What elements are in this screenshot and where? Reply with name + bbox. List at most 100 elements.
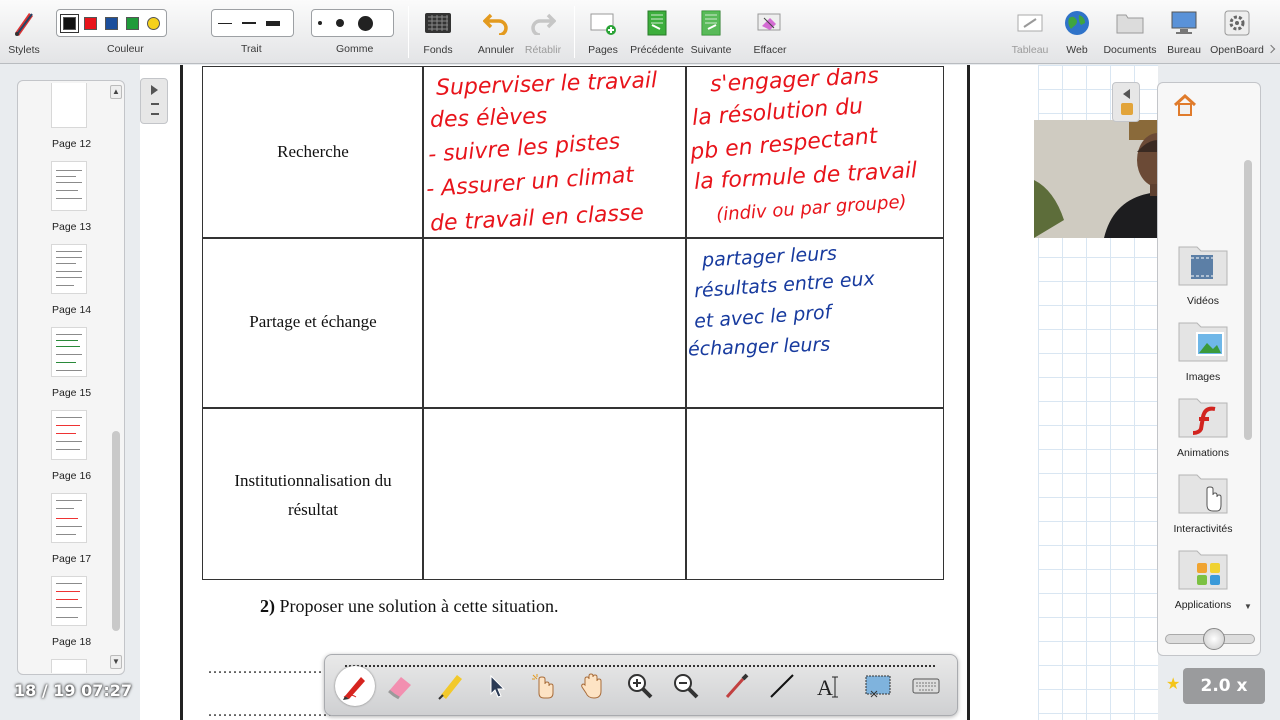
color-swatch-blue[interactable]: [105, 16, 118, 30]
text-tool[interactable]: A: [813, 669, 847, 703]
handwriting-red[interactable]: des élèves: [430, 104, 548, 133]
thumbnail-label: Page 13: [52, 221, 92, 233]
question-2: 2) Proposer une solution à cette situati…: [260, 596, 558, 617]
web-button[interactable]: Web: [1060, 0, 1094, 64]
hand-tool[interactable]: [575, 669, 609, 703]
arrow-left-icon: [1123, 89, 1130, 99]
color-swatch-black[interactable]: [60, 13, 79, 33]
keyboard-icon: [912, 678, 940, 694]
zoom-out-tool[interactable]: [669, 669, 703, 703]
zoom-in-tool[interactable]: [623, 669, 657, 703]
precedente-button[interactable]: Précédente: [628, 0, 686, 64]
handle-icon: [151, 103, 159, 115]
image-folder-icon: [1177, 319, 1229, 363]
arrow-right-icon: [151, 85, 158, 95]
pen-tool[interactable]: [335, 666, 375, 706]
color-palette[interactable]: [56, 9, 167, 37]
board-icon: [1013, 6, 1047, 40]
toolbar-drag-handle[interactable]: [345, 665, 935, 667]
library-item-interactivites[interactable]: Interactivités: [1158, 471, 1248, 535]
next-page-icon: [694, 6, 728, 40]
svg-text:A: A: [817, 675, 833, 700]
tableau-button[interactable]: Tableau: [1010, 0, 1050, 64]
page-thumbnail[interactable]: [51, 327, 87, 377]
line-thin[interactable]: [218, 22, 232, 24]
documents-button[interactable]: Documents: [1103, 0, 1157, 64]
eraser-large[interactable]: [358, 15, 373, 31]
undo-icon: [479, 6, 513, 40]
scroll-down-icon[interactable]: ▼: [1243, 602, 1253, 616]
page-thumbnail[interactable]: [51, 83, 87, 128]
page-thumbnail[interactable]: [51, 410, 87, 460]
toolbar-expand-icon[interactable]: [1266, 44, 1276, 54]
scroll-up-icon[interactable]: ▲: [110, 85, 122, 99]
page-thumbnail[interactable]: [51, 244, 87, 294]
apps-folder-icon: [1177, 547, 1229, 591]
thumbnail-label: Page 12: [52, 138, 92, 150]
trait-label: Trait: [241, 43, 262, 55]
laser-pointer-tool[interactable]: [719, 669, 753, 703]
openboard-button[interactable]: OpenBoard: [1210, 0, 1264, 64]
eraser-medium[interactable]: [336, 19, 344, 27]
scroll-down-icon[interactable]: ▼: [110, 655, 122, 669]
annuler-button[interactable]: Annuler: [477, 0, 515, 64]
selector-tool[interactable]: [479, 669, 513, 703]
library-scrollbar[interactable]: ▼: [1243, 150, 1253, 620]
clear-page-icon: [753, 6, 787, 40]
library-item-images[interactable]: Images: [1158, 319, 1248, 383]
page-thumbnail[interactable]: [51, 659, 87, 673]
effacer-button[interactable]: Effacer: [752, 0, 788, 64]
page-thumbnail[interactable]: [51, 576, 87, 626]
highlighter-tool[interactable]: [433, 669, 467, 703]
color-swatch-green[interactable]: [126, 16, 139, 30]
interact-tool[interactable]: [527, 669, 561, 703]
suivante-button[interactable]: Suivante: [690, 0, 732, 64]
flash-folder-icon: [1177, 395, 1229, 439]
previous-page-icon: [640, 6, 674, 40]
library-item-animations[interactable]: Animations: [1158, 395, 1248, 459]
thumbnails-scrollbar[interactable]: ▲ ▼: [110, 85, 122, 670]
eraser-tool[interactable]: [383, 669, 417, 703]
bureau-button[interactable]: Bureau: [1164, 0, 1204, 64]
color-swatch-yellow[interactable]: [147, 16, 160, 30]
home-icon[interactable]: [1172, 93, 1198, 122]
eraser-small[interactable]: [318, 21, 322, 25]
gear-icon: [1220, 6, 1254, 40]
pages-button[interactable]: Pages: [584, 0, 622, 64]
row-label-partage: Partage et échange: [249, 312, 377, 331]
line-thick[interactable]: [266, 20, 280, 26]
new-page-icon: [586, 6, 620, 40]
stylus-toolbar: A: [324, 654, 958, 716]
page-thumbnail[interactable]: [51, 161, 87, 211]
scrollbar-thumb[interactable]: [1244, 160, 1252, 440]
zoom-slider-knob[interactable]: [1203, 628, 1225, 650]
text-icon: A: [817, 675, 838, 700]
row-label-recherche: Recherche: [277, 142, 349, 161]
thumbnails-collapse-button[interactable]: [140, 78, 168, 124]
line-width-palette[interactable]: [211, 9, 294, 37]
star-icon[interactable]: ★: [1166, 674, 1180, 694]
thumbnail-label: Page 14: [52, 304, 92, 316]
library-collapse-button[interactable]: [1112, 82, 1140, 122]
scrollbar-thumb[interactable]: [112, 431, 120, 631]
highlighter-icon: [438, 675, 462, 700]
table-row-divider: [202, 407, 944, 409]
virtual-keyboard-tool[interactable]: [909, 669, 943, 703]
retablir-button[interactable]: Rétablir: [524, 0, 562, 64]
eraser-icon: [388, 677, 411, 700]
stylets-button[interactable]: Stylets: [6, 0, 42, 64]
capture-tool[interactable]: [861, 669, 895, 703]
library-item-applications[interactable]: Applications: [1158, 547, 1248, 611]
line-tool[interactable]: [765, 669, 799, 703]
stylets-icon: [7, 6, 41, 40]
fonds-button[interactable]: Fonds: [418, 0, 458, 64]
eraser-palette[interactable]: [311, 9, 394, 37]
color-swatch-red[interactable]: [84, 16, 97, 30]
thumbnail-label: Page 18: [52, 636, 92, 648]
library-item-videos[interactable]: Vidéos: [1158, 243, 1248, 307]
couleur-label: Couleur: [107, 43, 144, 55]
page-thumbnail[interactable]: [51, 493, 87, 543]
main-toolbar: Stylets Couleur Trait Gomme Fonds Annule…: [0, 0, 1280, 64]
page-thumbnails-panel: Page 12 Page 13 Page 14 Page 15 Page 16 …: [17, 80, 125, 675]
line-medium[interactable]: [242, 22, 256, 24]
